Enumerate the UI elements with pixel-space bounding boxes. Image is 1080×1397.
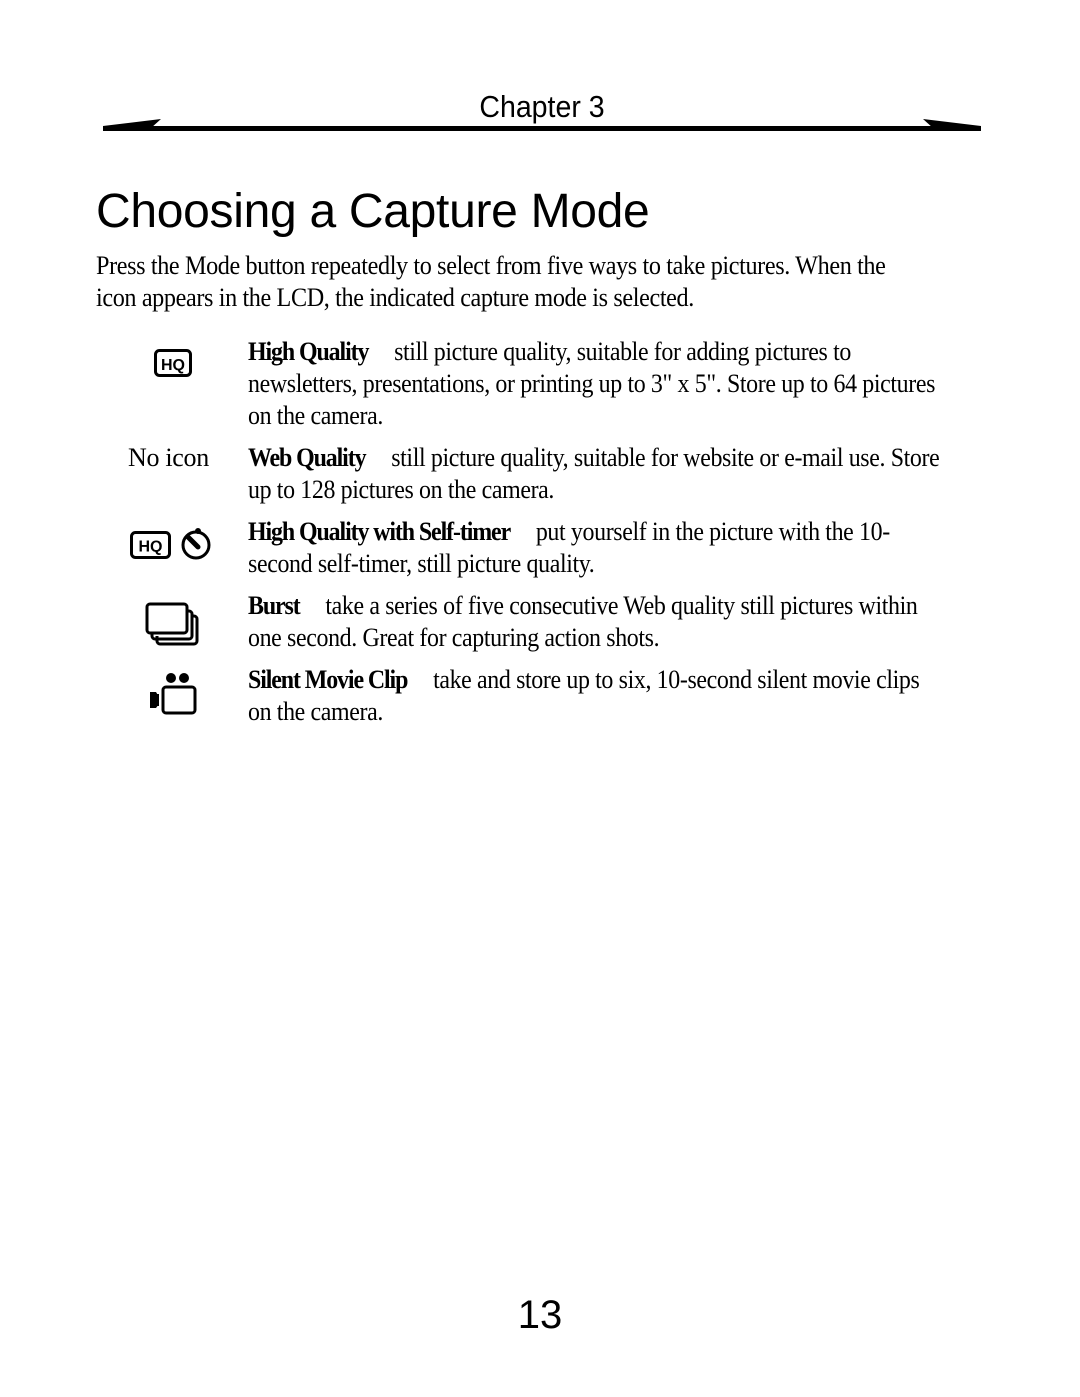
hq-self-timer-icon: HQ xyxy=(128,526,218,562)
svg-text:HQ: HQ xyxy=(161,357,185,374)
mode-name: Silent Movie Clip xyxy=(248,665,408,694)
mode-name: Web Quality xyxy=(248,443,367,472)
hq-icon: HQ xyxy=(128,349,218,377)
intro-paragraph: Press the Mode button repeatedly to sele… xyxy=(96,251,886,312)
mode-text: High Quality still picture quality, suita… xyxy=(248,336,947,432)
mode-text: High Quality with Self-timer put yourself… xyxy=(248,516,947,580)
movie-camera-icon xyxy=(128,672,218,716)
mode-name: High Quality with Self-timer xyxy=(248,517,511,546)
mode-text: Web Quality still picture quality, suitab… xyxy=(248,442,947,506)
mode-description: take a series of five consecutive Web qu… xyxy=(248,591,918,652)
mode-name: High Quality xyxy=(248,337,369,366)
burst-icon xyxy=(128,602,218,646)
svg-text:HQ: HQ xyxy=(139,539,163,556)
mode-text: Burst take a series of five consecutive W… xyxy=(248,590,947,654)
chapter-rule-divider xyxy=(103,119,981,131)
page-number: 13 xyxy=(517,1293,563,1337)
mode-name: Burst xyxy=(248,591,301,620)
no-icon-label: No icon xyxy=(128,443,209,472)
page-title: Choosing a Capture Mode xyxy=(96,185,650,238)
chapter-header: Chapter 3 xyxy=(103,88,981,134)
mode-text: Silent Movie Clip take and store up to si… xyxy=(248,664,947,728)
